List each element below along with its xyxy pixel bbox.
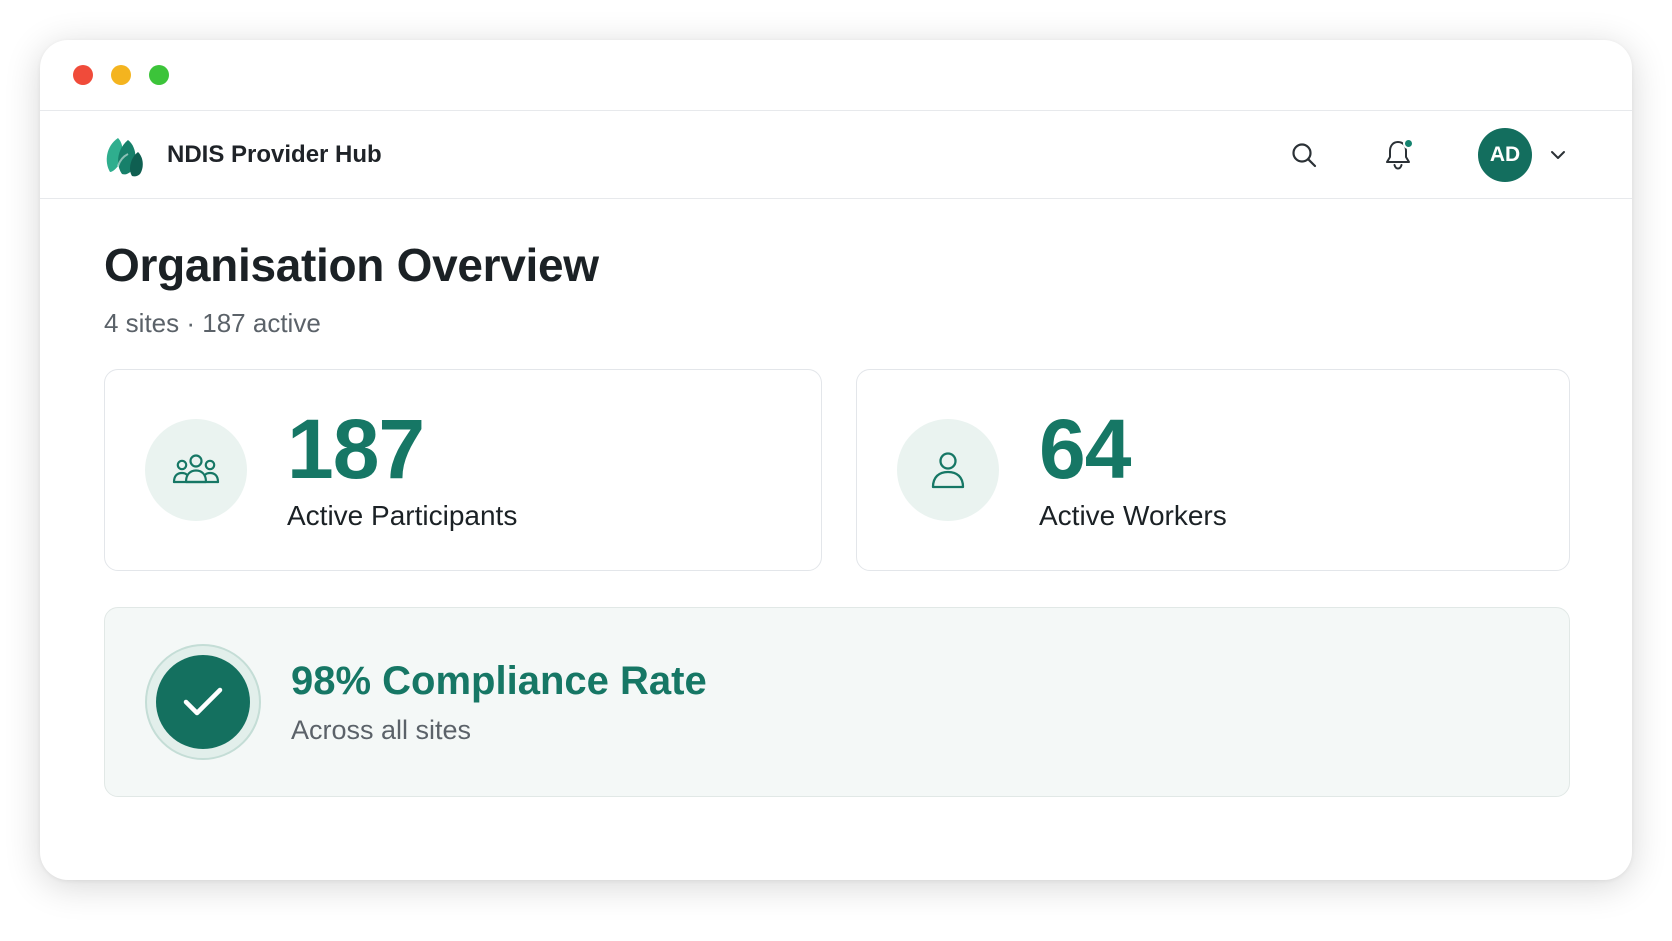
user-menu-toggle[interactable] bbox=[1546, 143, 1570, 167]
users-group-icon bbox=[172, 454, 220, 484]
main-content: Organisation Overview 4 sites · 187 acti… bbox=[40, 199, 1632, 797]
user-avatar[interactable]: AD bbox=[1478, 127, 1532, 182]
notifications-button[interactable] bbox=[1376, 133, 1420, 177]
compliance-card[interactable]: 98% Compliance Rate Across all sites bbox=[104, 607, 1570, 797]
page-subtitle: 4 sites · 187 active bbox=[104, 308, 321, 338]
stats-row: 187 Active Participants 64 Active Worker… bbox=[104, 369, 1570, 571]
compliance-scope: Across all sites bbox=[291, 715, 472, 745]
participants-count: 187 bbox=[287, 402, 425, 496]
user-icon bbox=[931, 452, 965, 489]
participants-label: Active Participants bbox=[287, 500, 518, 531]
app-header: NDIS Provider Hub AD bbox=[40, 111, 1632, 199]
header-actions: AD bbox=[1282, 127, 1570, 182]
compliance-rate: 98% Compliance Rate bbox=[291, 659, 707, 703]
brand[interactable]: NDIS Provider Hub bbox=[102, 132, 382, 178]
leaf-logo-icon bbox=[106, 137, 143, 176]
window-minimize-button[interactable] bbox=[111, 65, 131, 85]
search-button[interactable] bbox=[1282, 133, 1326, 177]
workers-stat-text: 64 Active Workers bbox=[1039, 407, 1227, 533]
participants-stat-text: 187 Active Participants bbox=[287, 407, 517, 533]
notification-badge bbox=[1403, 137, 1414, 149]
participants-stat-card[interactable]: 187 Active Participants bbox=[104, 369, 822, 571]
compliance-text: 98% Compliance Rate Across all sites bbox=[291, 657, 707, 747]
search-icon bbox=[1292, 142, 1317, 167]
window-titlebar bbox=[40, 40, 1632, 111]
workers-icon-container bbox=[897, 419, 999, 521]
participants-icon-container bbox=[145, 419, 247, 521]
check-icon bbox=[183, 687, 223, 716]
window-close-button[interactable] bbox=[73, 65, 93, 85]
workers-label: Active Workers bbox=[1039, 500, 1227, 531]
page-title: Organisation Overview bbox=[104, 239, 599, 291]
window-maximize-button[interactable] bbox=[149, 65, 169, 85]
chevron-down-icon bbox=[1551, 150, 1565, 159]
workers-stat-card[interactable]: 64 Active Workers bbox=[856, 369, 1570, 571]
app-window: NDIS Provider Hub AD Organisation Overvi… bbox=[40, 40, 1632, 880]
workers-count: 64 bbox=[1039, 402, 1131, 496]
compliance-icon-ring bbox=[145, 644, 261, 760]
app-name: NDIS Provider Hub bbox=[167, 140, 382, 168]
compliance-icon-container bbox=[156, 655, 250, 749]
